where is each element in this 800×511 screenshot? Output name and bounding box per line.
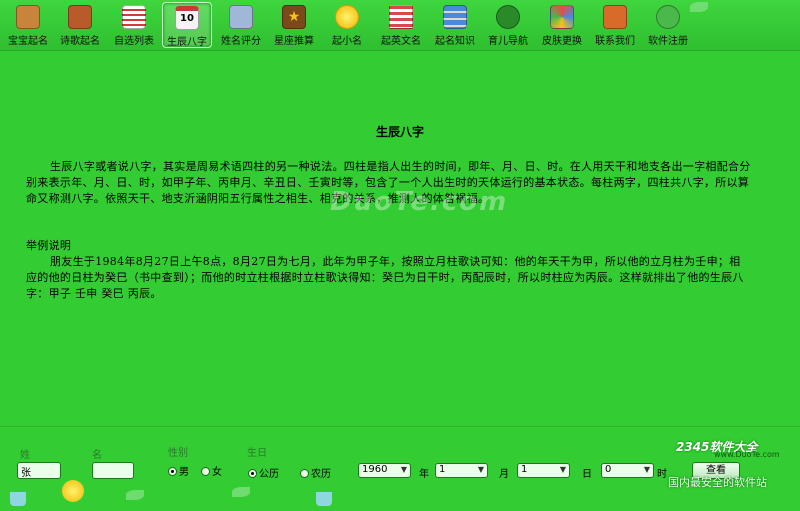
chevron-down-icon: ▼ (559, 465, 566, 474)
books-icon (443, 5, 467, 29)
month-select[interactable]: 1 ▼ (435, 463, 488, 478)
tool-label: 起英文名 (381, 36, 421, 47)
calendar-icon: 10 (175, 6, 199, 30)
radio-selected-icon (248, 469, 257, 478)
example-heading: 举例说明 (26, 239, 72, 252)
birthday-label: 生日 (247, 448, 267, 459)
palette-icon (550, 5, 574, 29)
brand-site: www.DuoTe.com (714, 450, 780, 459)
radio-empty-icon (300, 469, 309, 478)
day-select[interactable]: 1 ▼ (517, 463, 570, 478)
star-icon: ★ (282, 5, 306, 29)
tool-label: 姓名评分 (221, 36, 261, 47)
calendar-solar-radio[interactable]: 公历 (248, 465, 279, 480)
brand-tagline: 国内最安全的软件站 (668, 476, 767, 489)
tool-poetry-naming[interactable]: 诗歌起名 (55, 2, 105, 48)
baby-book-icon (16, 5, 40, 29)
year-select[interactable]: 1960 ▼ (358, 463, 411, 478)
tool-software-register[interactable]: 软件注册 (643, 2, 693, 48)
radio-selected-icon (168, 467, 177, 476)
watermark: DuoTe.com (330, 187, 509, 217)
surname-label: 姓 (20, 450, 30, 461)
users-icon (656, 5, 680, 29)
tool-naming-knowledge[interactable]: 起名知识 (430, 2, 480, 48)
house-icon (603, 5, 627, 29)
score-chart-icon (229, 5, 253, 29)
hour-unit: 时 (657, 469, 667, 480)
year-unit: 年 (419, 469, 429, 480)
tool-label: 起小名 (332, 36, 362, 47)
flowerpot-decoration-icon (316, 492, 332, 506)
flowerpot-decoration-icon (10, 492, 26, 506)
tool-contact-us[interactable]: 联系我们 (590, 2, 640, 48)
tool-zodiac[interactable]: ★ 星座推算 (269, 2, 319, 48)
tool-label: 联系我们 (595, 36, 635, 47)
tool-label: 诗歌起名 (60, 36, 100, 47)
chevron-down-icon: ▼ (400, 465, 407, 474)
tool-label: 宝宝起名 (8, 36, 48, 47)
month-value: 1 (439, 464, 446, 475)
tool-nickname[interactable]: 起小名 (322, 2, 372, 48)
sun-flower-icon (335, 5, 359, 29)
us-flag-icon (389, 5, 413, 29)
month-unit: 月 (499, 469, 509, 480)
tool-label: 星座推算 (274, 36, 314, 47)
tool-label: 育儿导航 (488, 36, 528, 47)
tool-label: 皮肤更换 (542, 36, 582, 47)
article-title: 生辰八字 (375, 125, 424, 139)
tool-name-score[interactable]: 姓名评分 (216, 2, 266, 48)
name-input[interactable] (92, 462, 134, 479)
tool-custom-list[interactable]: 自选列表 (109, 2, 159, 48)
footprint-icon (496, 5, 520, 29)
radio-empty-icon (201, 467, 210, 476)
gender-male-radio[interactable]: 男 (168, 463, 189, 478)
sun-decoration-icon (62, 480, 84, 502)
leaf-decoration-icon (126, 490, 144, 500)
name-label: 名 (92, 450, 102, 461)
gender-male-label: 男 (179, 467, 189, 478)
tool-label: 软件注册 (648, 36, 688, 47)
gender-label: 性别 (168, 448, 188, 459)
chevron-down-icon: ▼ (643, 465, 650, 474)
leaf-decoration-icon (690, 2, 708, 12)
tool-birth-bazi[interactable]: 10 生辰八字 (162, 2, 212, 48)
chevron-down-icon: ▼ (477, 465, 484, 474)
calendar-solar-label: 公历 (259, 469, 279, 480)
leaf-decoration-icon (232, 487, 250, 497)
tool-parenting-nav[interactable]: 育儿导航 (483, 2, 533, 48)
tool-skin-change[interactable]: 皮肤更换 (537, 2, 587, 48)
tool-baby-naming[interactable]: 宝宝起名 (3, 2, 53, 48)
toolbar: 宝宝起名 诗歌起名 自选列表 10 生辰八字 姓名评分 ★ 星座推算 起小名 起… (0, 0, 800, 51)
day-value: 1 (521, 464, 528, 475)
content-area: 生辰八字 生辰八字或者说八字，其实是周易术语四柱的另一种说法。四柱是指人出生的时… (0, 51, 800, 426)
poetry-book-icon (68, 5, 92, 29)
calendar-lunar-radio[interactable]: 农历 (300, 465, 331, 480)
gender-female-radio[interactable]: 女 (201, 463, 222, 478)
tool-label: 自选列表 (114, 36, 154, 47)
calendar-lunar-label: 农历 (311, 469, 331, 480)
tool-label: 起名知识 (435, 36, 475, 47)
day-unit: 日 (582, 469, 592, 480)
list-icon (122, 5, 146, 29)
tool-label: 生辰八字 (167, 37, 207, 48)
gender-female-label: 女 (212, 467, 222, 478)
tool-english-name[interactable]: 起英文名 (376, 2, 426, 48)
hour-value: 0 (605, 464, 612, 475)
surname-input[interactable]: 张 (17, 462, 61, 479)
article-paragraph-example: 朋友生于1984年8月27日上午8点，8月27日为七月，此年为甲子年，按照立月柱… (26, 255, 744, 300)
year-value: 1960 (362, 464, 388, 475)
hour-select[interactable]: 0 ▼ (601, 463, 654, 478)
